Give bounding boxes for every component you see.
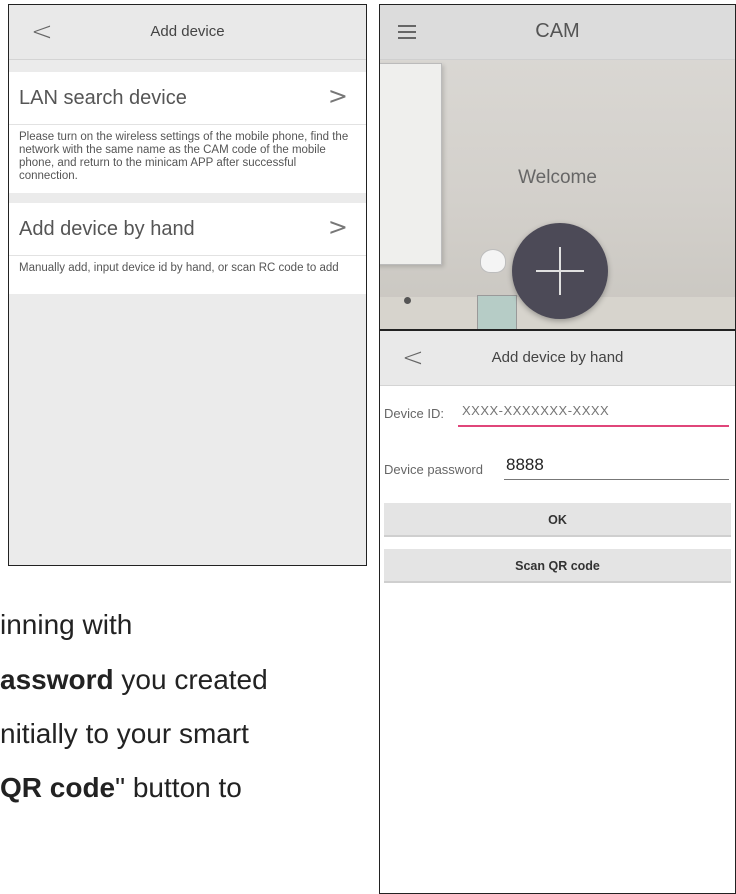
instruction-line-4: QR code" button to (0, 772, 242, 804)
instruction-line-1: inning with (0, 609, 133, 640)
page-title: Add device by hand (491, 349, 624, 366)
lan-search-device-item[interactable]: LAN search device > (9, 72, 366, 125)
ok-button[interactable]: OK (384, 503, 731, 537)
lan-search-description: Please turn on the wireless settings of … (9, 125, 366, 193)
device-id-input[interactable] (460, 402, 724, 419)
instruction-line-2: assword you created (0, 664, 268, 696)
add-device-fab-button[interactable] (512, 223, 608, 319)
add-device-by-hand-item[interactable]: Add device by hand > (9, 203, 366, 256)
device-password-input[interactable] (504, 454, 708, 476)
add-device-by-hand-screen: < Add device by hand Device ID: Device p… (379, 330, 736, 894)
instruction-line-2-rest: you created (113, 664, 268, 695)
device-password-label: Device password (384, 462, 483, 477)
instruction-line-4-rest: " button to (115, 772, 242, 803)
books-decoration (477, 295, 517, 329)
scan-qr-code-button[interactable]: Scan QR code (384, 549, 731, 583)
bird-figurine-decoration (480, 249, 506, 273)
instruction-line-2-bold: assword (0, 664, 114, 695)
add-by-hand-description: Manually add, input device id by hand, o… (9, 256, 366, 294)
cam-title: CAM (535, 20, 580, 42)
welcome-text: Welcome (518, 167, 597, 188)
wall-frame-decoration (380, 63, 442, 265)
device-password-row: Device password (380, 452, 735, 500)
page-title: Add device (150, 23, 225, 40)
chevron-right-icon: > (327, 213, 348, 241)
cam-home-screen: CAM Welcome (379, 4, 736, 330)
instruction-line-4-bold: QR code (0, 772, 116, 803)
lan-search-device-label: LAN search device (19, 87, 187, 109)
add-device-screen: < Add device LAN search device > Please … (8, 4, 367, 566)
add-device-header: < Add device (9, 5, 366, 60)
instruction-line-3: nitially to your smart (0, 718, 249, 749)
device-id-row: Device ID: (380, 400, 735, 448)
device-id-label: Device ID: (384, 406, 444, 421)
cam-header: CAM (380, 5, 735, 60)
lamp-decoration (404, 297, 411, 304)
add-by-hand-header: < Add device by hand (380, 331, 735, 386)
chevron-right-icon: > (327, 82, 348, 110)
add-device-by-hand-label: Add device by hand (19, 218, 195, 240)
